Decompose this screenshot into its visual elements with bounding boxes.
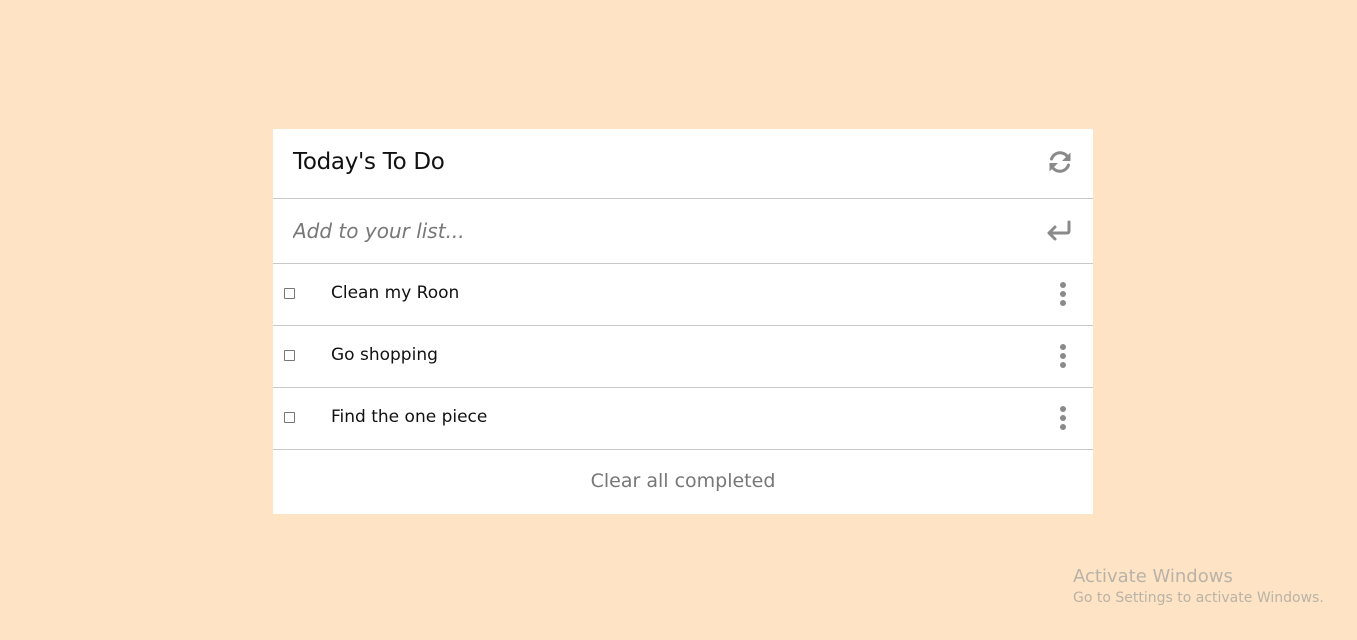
todo-checkbox[interactable] (284, 288, 295, 299)
todo-checkbox[interactable] (284, 412, 295, 423)
add-item-input[interactable] (293, 215, 1013, 247)
clear-completed-button[interactable]: Clear all completed (273, 470, 1093, 492)
more-options-icon[interactable] (1057, 406, 1069, 432)
activation-watermark: Activate Windows Go to Settings to activ… (1073, 566, 1324, 606)
todo-card: Today's To Do Clean my Roon Go shopping … (273, 129, 1093, 514)
card-header: Today's To Do (273, 129, 1093, 199)
todo-checkbox[interactable] (284, 350, 295, 361)
todo-item: Find the one piece (273, 388, 1093, 450)
todo-text: Find the one piece (331, 407, 488, 427)
todo-item: Go shopping (273, 326, 1093, 388)
more-options-icon[interactable] (1057, 282, 1069, 308)
todo-item: Clean my Roon (273, 264, 1093, 326)
card-footer: Clear all completed (273, 450, 1093, 513)
enter-icon[interactable] (1045, 219, 1073, 243)
watermark-title: Activate Windows (1073, 566, 1233, 587)
watermark-subtitle: Go to Settings to activate Windows. (1073, 590, 1324, 606)
todo-text: Clean my Roon (331, 283, 460, 303)
todo-text: Go shopping (331, 345, 438, 365)
page-title: Today's To Do (293, 149, 445, 175)
refresh-icon[interactable] (1047, 149, 1073, 175)
add-row (273, 199, 1093, 264)
more-options-icon[interactable] (1057, 344, 1069, 370)
